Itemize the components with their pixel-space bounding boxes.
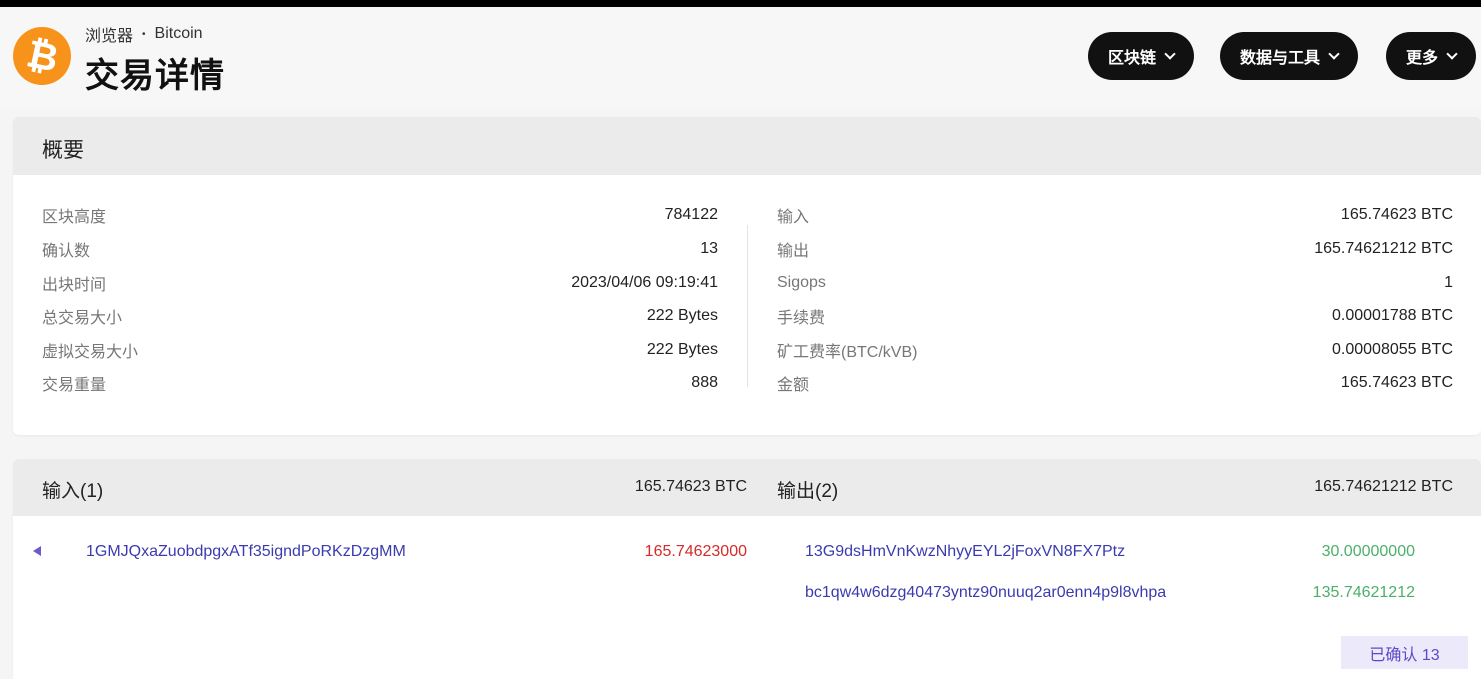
outputs-total: 165.74621212 BTC (1314, 478, 1453, 495)
summary-row-fee-rate: 矿工费率(BTC/kVB) 0.00008055 BTC (777, 339, 1453, 361)
summary-row-weight: 交易重量 888 (42, 372, 718, 394)
summary-label: 确认数 (42, 243, 91, 260)
summary-label: 总交易大小 (42, 310, 123, 327)
nav-data-tools-button[interactable]: 数据与工具 (1220, 32, 1359, 80)
outputs-label: 输出(2) (777, 481, 839, 502)
summary-row-fee: 手续费 0.00001788 BTC (777, 305, 1453, 327)
summary-divider (747, 225, 748, 387)
summary-value: 0.00001788 BTC (1332, 307, 1453, 324)
inputs-label: 输入(1) (42, 481, 104, 502)
summary-row-virtual-size: 虚拟交易大小 222 Bytes (42, 339, 718, 361)
summary-label: 交易重量 (42, 377, 107, 394)
summary-label: 出块时间 (42, 277, 107, 294)
summary-row-block-time: 出块时间 2023/04/06 09:19:41 (42, 272, 718, 294)
output-amount: 30.00000000 (1321, 543, 1415, 560)
breadcrumb-section[interactable]: 浏览器 (85, 22, 133, 46)
summary-label: 区块高度 (42, 209, 107, 226)
inputs-total: 165.74623 BTC (634, 478, 747, 495)
bitcoin-logo-icon: ₿ (13, 27, 71, 85)
summary-value: 165.74623 BTC (1340, 206, 1453, 223)
breadcrumb: 浏览器 • Bitcoin (85, 22, 203, 46)
summary-header: 概要 (13, 117, 1481, 175)
confirmation-badge: 已确认 13 (1341, 636, 1468, 669)
summary-card: 概要 区块高度 784122 确认数 13 出块时间 2023/04/06 09… (13, 117, 1481, 435)
summary-value[interactable]: 784122 (665, 206, 718, 224)
page-title: 交易详情 (85, 57, 225, 95)
nav-data-tools-label: 数据与工具 (1240, 50, 1321, 67)
nav-more-button[interactable]: 更多 (1386, 32, 1477, 80)
input-arrow-icon[interactable] (33, 546, 41, 556)
top-bar (0, 0, 1481, 7)
summary-value: 165.74623 BTC (1340, 374, 1453, 391)
summary-row-amount: 金额 165.74623 BTC (777, 372, 1453, 394)
summary-label: Sigops (777, 274, 826, 291)
summary-label: 手续费 (777, 310, 826, 327)
chevron-down-icon (1164, 47, 1176, 60)
nav-blockchain-label: 区块链 (1108, 50, 1157, 67)
summary-value: 2023/04/06 09:19:41 (571, 274, 718, 291)
summary-value: 222 Bytes (646, 307, 718, 324)
output-address-link[interactable]: bc1qw4w6dzg40473yntz90nuuq2ar0enn4p9l8vh… (805, 584, 1166, 602)
summary-row-confirmations: 确认数 13 (42, 238, 718, 260)
summary-row-block-height: 区块高度 784122 (42, 204, 718, 226)
summary-label: 矿工费率(BTC/kVB) (777, 344, 918, 361)
summary-value: 222 Bytes (646, 341, 718, 358)
summary-value: 0.00008055 BTC (1332, 341, 1453, 358)
io-header: 输入(1) 165.74623 BTC 输出(2) 165.74621212 B… (13, 459, 1481, 516)
summary-value: 1 (1444, 274, 1453, 291)
page-header: ₿ 浏览器 • Bitcoin 交易详情 区块链 数据与工具 更多 (0, 7, 1481, 107)
summary-value: 165.74621212 BTC (1314, 240, 1453, 257)
chevron-down-icon (1328, 47, 1340, 60)
summary-label: 输出 (777, 243, 810, 260)
summary-title: 概要 (42, 139, 84, 162)
input-amount: 165.74623000 (644, 543, 747, 560)
summary-row-output: 输出 165.74621212 BTC (777, 238, 1453, 260)
input-address-link[interactable]: 1GMJQxaZuobdpgxATf35igndPoRKzDzgMM (86, 543, 406, 561)
chevron-down-icon (1446, 47, 1458, 60)
summary-label: 虚拟交易大小 (42, 344, 139, 361)
summary-row-sigops: Sigops 1 (777, 272, 1453, 294)
summary-value: 888 (691, 374, 718, 391)
summary-row-total-size: 总交易大小 222 Bytes (42, 305, 718, 327)
summary-row-input: 输入 165.74623 BTC (777, 204, 1453, 226)
breadcrumb-separator: • (142, 28, 146, 40)
nav-blockchain-button[interactable]: 区块链 (1088, 32, 1195, 80)
inputs-outputs-card: 输入(1) 165.74623 BTC 输出(2) 165.74621212 B… (13, 459, 1481, 679)
summary-label: 输入 (777, 209, 810, 226)
output-amount: 135.74621212 (1312, 584, 1415, 601)
nav-more-label: 更多 (1406, 50, 1439, 67)
summary-value: 13 (700, 240, 718, 257)
breadcrumb-chain[interactable]: Bitcoin (155, 25, 203, 43)
output-address-link[interactable]: 13G9dsHmVnKwzNhyyEYL2jFoxVN8FX7Ptz (805, 543, 1125, 561)
summary-label: 金额 (777, 377, 810, 394)
